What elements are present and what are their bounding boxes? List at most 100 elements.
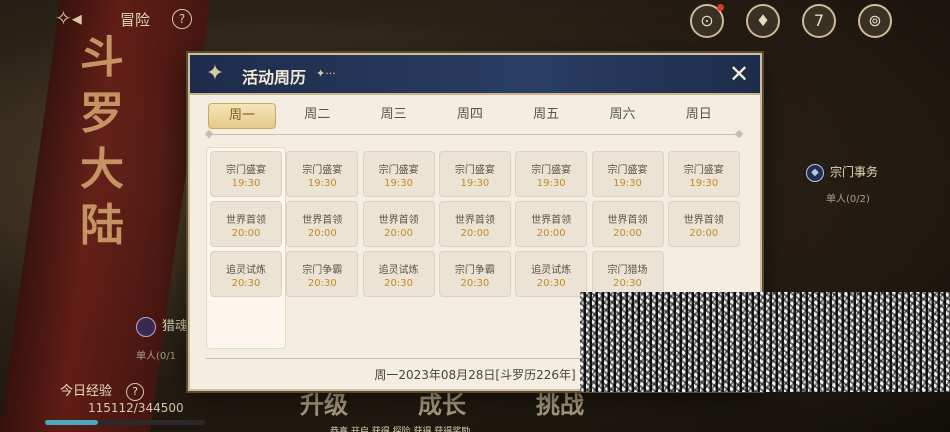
event-time: 20:30 — [536, 278, 566, 289]
event-card[interactable]: 世界首领 20:00 — [210, 201, 282, 247]
event-time: 20:00 — [536, 228, 566, 239]
event-name: 宗门盛宴 — [683, 165, 724, 176]
event-name: 宗门争霸 — [302, 265, 343, 276]
event-card[interactable]: 宗门盛宴 19:30 — [362, 151, 435, 197]
event-name: 世界首领 — [302, 215, 343, 226]
daily-exp-label: 今日经验 — [60, 384, 113, 399]
event-time: 20:30 — [613, 278, 642, 289]
event-time: 19:30 — [689, 178, 719, 189]
top-icon-group: ⊙ ♦ 7 ⊚ — [690, 4, 892, 38]
event-card[interactable]: 宗门盛宴 19:30 — [591, 151, 664, 197]
event-name: 宗门盛宴 — [302, 165, 343, 176]
event-name: 世界首领 — [607, 215, 648, 226]
compass-icon[interactable]: ⊚ — [858, 4, 892, 38]
tab-weekday-4[interactable]: 周四 — [437, 103, 503, 127]
event-time: 20:00 — [307, 228, 337, 239]
event-card[interactable]: 宗门猎场 20:30 — [591, 251, 664, 297]
event-card[interactable]: 追灵试炼 20:30 — [515, 251, 588, 297]
event-time: 20:00 — [384, 228, 413, 239]
event-name: 世界首领 — [683, 215, 724, 226]
event-time: 20:30 — [231, 278, 261, 289]
event-card[interactable]: 世界首领 20:00 — [438, 201, 511, 247]
weekday-tabs: 周一 周二 周三 周四 周五 周六 周日 — [208, 103, 742, 129]
exp-progress-fill — [45, 420, 99, 425]
event-name: 世界首领 — [454, 215, 495, 226]
event-name: 宗门盛宴 — [226, 165, 266, 176]
star-emblem-icon: ✦ — [205, 61, 225, 86]
calendar-icon[interactable]: 7 — [802, 4, 836, 38]
sect-affairs-entry[interactable]: ◆ 宗门事务 单人(0/2) — [805, 163, 878, 205]
mail-icon[interactable]: ⊙ — [690, 4, 724, 38]
top-bar: ✧◂ 冒险 ? ⊙ ♦ 7 ⊚ — [0, 0, 950, 38]
event-card[interactable]: 追灵试炼 20:30 — [362, 251, 435, 297]
tab-divider — [206, 134, 742, 135]
tab-weekday-5[interactable]: 周五 — [513, 103, 579, 127]
tab-weekday-2[interactable]: 周二 — [284, 103, 350, 127]
event-time: 20:00 — [460, 228, 490, 239]
tab-weekday-7[interactable]: 周日 — [666, 103, 732, 127]
close-icon[interactable]: ✕ — [724, 59, 754, 89]
event-time: 19:30 — [384, 178, 413, 189]
event-card[interactable]: 世界首领 20:00 — [591, 201, 664, 247]
dialog-header: ✦ 活动周历 ✦··· ✕ — [190, 55, 760, 95]
calendar-day: 7 — [813, 11, 825, 30]
event-time: 19:30 — [307, 178, 337, 189]
event-card[interactable]: 宗门争霸 20:30 — [286, 251, 359, 297]
event-card[interactable]: 宗门盛宴 19:30 — [438, 151, 511, 197]
event-time: 20:00 — [231, 228, 261, 239]
back-emblem-icon[interactable]: ✧◂ — [55, 8, 89, 28]
broadcast-ticker: 恭喜 开启 获得 探险 获得 获得奖励 — [330, 427, 471, 432]
daily-exp-value: 115112/344500 — [88, 401, 184, 415]
notification-dot — [717, 4, 724, 11]
event-name: 宗门猎场 — [607, 265, 648, 276]
noise-overlay — [580, 292, 950, 392]
sect-affairs-label: 宗门事务 — [829, 165, 878, 179]
event-time: 19:30 — [536, 178, 566, 189]
event-name: 世界首领 — [378, 215, 419, 226]
event-name: 世界首领 — [226, 215, 266, 226]
event-card[interactable]: 世界首领 20:00 — [286, 201, 359, 247]
event-time: 20:30 — [384, 278, 413, 289]
event-card[interactable]: 宗门盛宴 19:30 — [667, 151, 740, 197]
background-scroll-text: 斗罗大陆 — [80, 32, 124, 251]
hunt-count: 单人(0/1 — [136, 350, 176, 362]
event-time: 20:00 — [689, 228, 719, 239]
event-time: 19:30 — [613, 178, 642, 189]
event-time: 19:30 — [460, 178, 490, 189]
event-time: 20:30 — [307, 278, 337, 289]
title-decoration: ✦··· — [316, 67, 336, 80]
event-card[interactable]: 世界首领 20:00 — [515, 201, 588, 247]
event-card[interactable]: 宗门盛宴 19:30 — [515, 151, 588, 197]
event-name: 世界首领 — [531, 215, 572, 226]
event-name: 宗门盛宴 — [378, 165, 419, 176]
event-card[interactable]: 世界首领 20:00 — [667, 201, 740, 247]
shield-icon: ◆ — [805, 163, 824, 182]
event-card[interactable]: 世界首领 20:00 — [362, 201, 435, 247]
tab-weekday-3[interactable]: 周三 — [361, 103, 427, 127]
dialog-title: 活动周历 — [242, 68, 307, 87]
event-time: 19:30 — [231, 178, 261, 189]
event-name: 宗门盛宴 — [531, 165, 572, 176]
event-card[interactable]: 宗门盛宴 19:30 — [286, 151, 359, 197]
event-name: 追灵试炼 — [531, 265, 572, 276]
event-card[interactable]: 宗门争霸 20:30 — [438, 251, 511, 297]
tab-weekday-1[interactable]: 周一 — [208, 103, 276, 129]
event-name: 追灵试炼 — [378, 265, 419, 276]
soul-hunt-icon — [136, 316, 156, 337]
event-name: 宗门盛宴 — [607, 165, 648, 176]
sect-affairs-count: 单人(0/2) — [825, 193, 870, 205]
daily-exp: 今日经验 ? 115112/344500 — [60, 380, 184, 415]
tab-weekday-6[interactable]: 周六 — [590, 103, 656, 127]
event-time: 20:00 — [613, 228, 642, 239]
hunt-label: 猎魂 — [162, 319, 189, 334]
hunt-entry[interactable]: 猎魂 单人(0/1 — [136, 315, 188, 362]
exp-help-button[interactable]: ? — [126, 383, 145, 401]
event-name: 追灵试炼 — [226, 265, 266, 276]
event-name: 宗门争霸 — [454, 265, 495, 276]
help-button[interactable]: ? — [172, 9, 192, 29]
exp-progress-bar — [45, 420, 205, 425]
event-card[interactable]: 宗门盛宴 19:30 — [210, 151, 282, 197]
page-title: 冒险 — [120, 11, 151, 29]
bell-settings-icon[interactable]: ♦ — [746, 4, 780, 38]
event-card[interactable]: 追灵试炼 20:30 — [210, 251, 282, 297]
